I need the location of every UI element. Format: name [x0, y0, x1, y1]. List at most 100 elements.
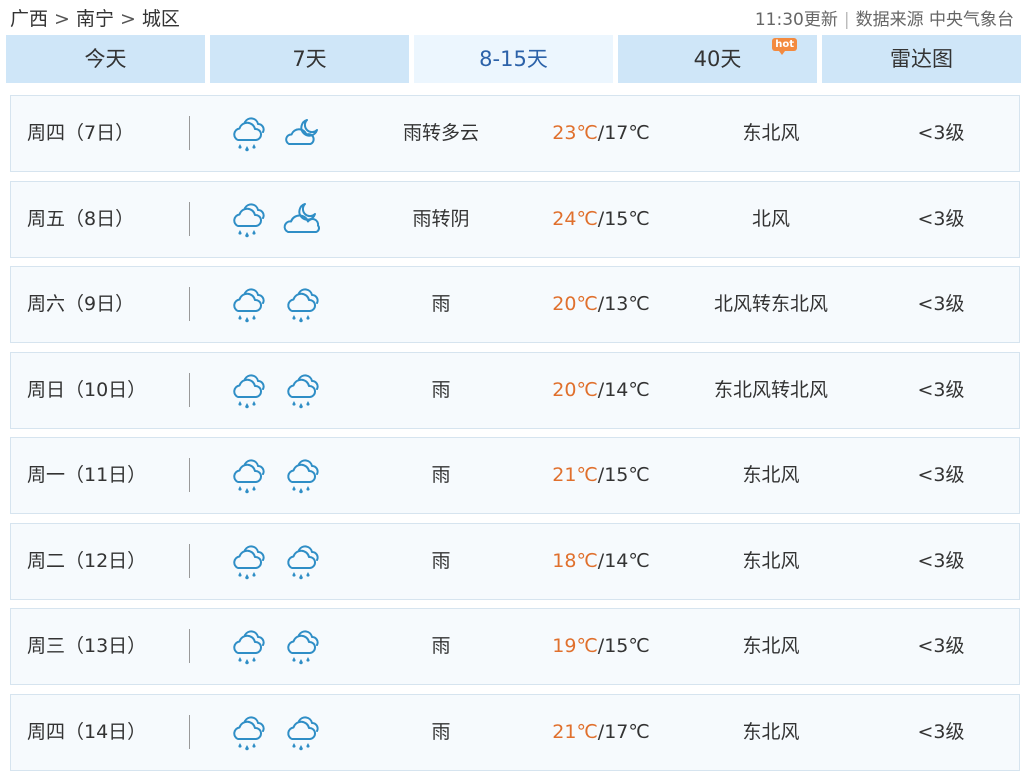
rain-cloud-icon [229, 284, 271, 326]
forecast-row: 周五（8日） 雨转阴 24℃/15℃ 北风 <3级 [10, 180, 1020, 258]
rain-cloud-icon [283, 284, 325, 326]
temperature-range: 24℃/15℃ [531, 182, 671, 257]
forecast-row: 周三（13日） 雨 19℃/15℃ 东北风 <3级 [10, 608, 1020, 685]
overcast-night-icon [283, 199, 325, 241]
weather-description: 雨 [431, 464, 451, 486]
wind-level: <3级 [917, 635, 965, 657]
breadcrumb-separator: > [119, 8, 136, 30]
wind-direction: 东北风 [742, 635, 800, 657]
wind-direction: 东北风转北风 [713, 378, 828, 401]
high-temperature: 20℃ [552, 293, 598, 315]
breadcrumb-separator: > [54, 8, 70, 30]
row-divider [189, 116, 190, 150]
forecast-date: 周日（10日） [27, 378, 147, 401]
weather-description: 雨 [431, 293, 451, 315]
wind-direction: 东北风 [742, 720, 800, 743]
wind-direction: 东北风 [742, 549, 800, 572]
row-divider [189, 287, 190, 321]
tab-radar[interactable]: 雷达图 [822, 35, 1021, 83]
tab-40-days-label: 40天 [693, 47, 742, 71]
wind-level: <3级 [917, 720, 965, 743]
wind-direction: 北风转东北风 [713, 293, 828, 315]
row-divider [189, 458, 190, 492]
breadcrumb-city[interactable]: 南宁 [76, 8, 114, 30]
temperature-range: 18℃/14℃ [531, 524, 671, 599]
rain-cloud-icon [229, 712, 271, 754]
rain-cloud-icon [229, 541, 271, 583]
wind-level: <3级 [917, 207, 965, 230]
update-info: 11:30更新 | 数据来源 中央气象台 [755, 5, 1014, 30]
weather-description: 雨转阴 [412, 207, 470, 230]
rain-cloud-icon [229, 199, 271, 241]
low-temperature: /14℃ [597, 549, 650, 572]
low-temperature: /13℃ [597, 293, 650, 315]
rain-cloud-icon [283, 712, 325, 754]
forecast-date: 周二（12日） [27, 549, 147, 572]
tab-8-15-days[interactable]: 8-15天 [414, 35, 613, 83]
wind-direction: 北风 [751, 207, 790, 230]
tab-40-days[interactable]: 40天 hot [618, 35, 817, 83]
weather-description: 雨 [431, 549, 451, 572]
forecast-row: 周四（7日） 雨转多云 23℃/17℃ 东北风 <3级 [10, 95, 1020, 172]
row-divider [189, 714, 190, 749]
breadcrumb-province[interactable]: 广西 [10, 8, 48, 30]
row-divider [189, 201, 190, 236]
wind-direction: 东北风 [742, 122, 800, 144]
wind-level: <3级 [917, 378, 965, 401]
rain-cloud-icon [229, 370, 271, 412]
weather-description: 雨 [431, 635, 451, 657]
forecast-tabs: 今天 7天 8-15天 40天 hot 雷达图 [6, 35, 1024, 83]
high-temperature: 24℃ [552, 207, 598, 230]
forecast-row: 周二（12日） 雨 18℃/14℃ 东北风 <3级 [10, 522, 1020, 600]
high-temperature: 21℃ [552, 720, 598, 743]
wind-level: <3级 [917, 122, 965, 144]
forecast-date: 周六（9日） [27, 293, 135, 315]
meta-divider: | [843, 10, 850, 30]
temperature-range: 20℃/13℃ [531, 267, 671, 342]
weather-description: 雨 [431, 378, 451, 401]
row-divider [189, 629, 190, 663]
update-time: 11:30更新 [754, 10, 838, 30]
forecast-date: 周五（8日） [27, 207, 135, 230]
data-source: 数据来源 中央气象台 [855, 10, 1014, 30]
tab-today[interactable]: 今天 [6, 35, 205, 83]
wind-level: <3级 [917, 464, 965, 486]
rain-cloud-icon [283, 370, 325, 412]
breadcrumb-district: 城区 [141, 8, 180, 30]
low-temperature: /15℃ [597, 464, 650, 486]
temperature-range: 21℃/15℃ [531, 438, 671, 513]
partly-cloudy-night-icon [283, 113, 325, 155]
low-temperature: /17℃ [597, 720, 650, 743]
forecast-row: 周一（11日） 雨 21℃/15℃ 东北风 <3级 [10, 437, 1020, 514]
wind-level: <3级 [917, 549, 965, 572]
forecast-date: 周三（13日） [27, 635, 147, 657]
rain-cloud-icon [283, 455, 325, 497]
rain-cloud-icon [283, 541, 325, 583]
low-temperature: /15℃ [597, 207, 650, 230]
high-temperature: 23℃ [552, 122, 598, 144]
wind-level: <3级 [917, 293, 965, 315]
rain-cloud-icon [229, 113, 271, 155]
high-temperature: 21℃ [552, 464, 598, 486]
low-temperature: /17℃ [597, 122, 650, 144]
high-temperature: 20℃ [552, 378, 598, 401]
rain-cloud-icon [229, 455, 271, 497]
weather-description: 雨 [431, 720, 451, 743]
rain-cloud-icon [229, 626, 271, 668]
top-bar: 广西 > 南宁 > 城区 11:30更新 | 数据来源 中央气象台 [0, 0, 1032, 34]
high-temperature: 19℃ [552, 635, 598, 657]
weather-description: 雨转多云 [402, 122, 479, 144]
temperature-range: 21℃/17℃ [531, 695, 671, 770]
row-divider [189, 372, 190, 407]
wind-direction: 东北风 [742, 464, 800, 486]
temperature-range: 23℃/17℃ [531, 96, 671, 171]
forecast-row: 周日（10日） 雨 20℃/14℃ 东北风转北风 <3级 [10, 351, 1020, 429]
low-temperature: /14℃ [597, 378, 650, 401]
temperature-range: 19℃/15℃ [531, 609, 671, 684]
forecast-date: 周四（7日） [27, 122, 135, 144]
forecast-row: 周四（14日） 雨 21℃/17℃ 东北风 <3级 [10, 693, 1020, 771]
forecast-date: 周四（14日） [27, 720, 147, 743]
temperature-range: 20℃/14℃ [531, 353, 671, 428]
breadcrumb: 广西 > 南宁 > 城区 [10, 4, 184, 31]
tab-7-days[interactable]: 7天 [210, 35, 409, 83]
